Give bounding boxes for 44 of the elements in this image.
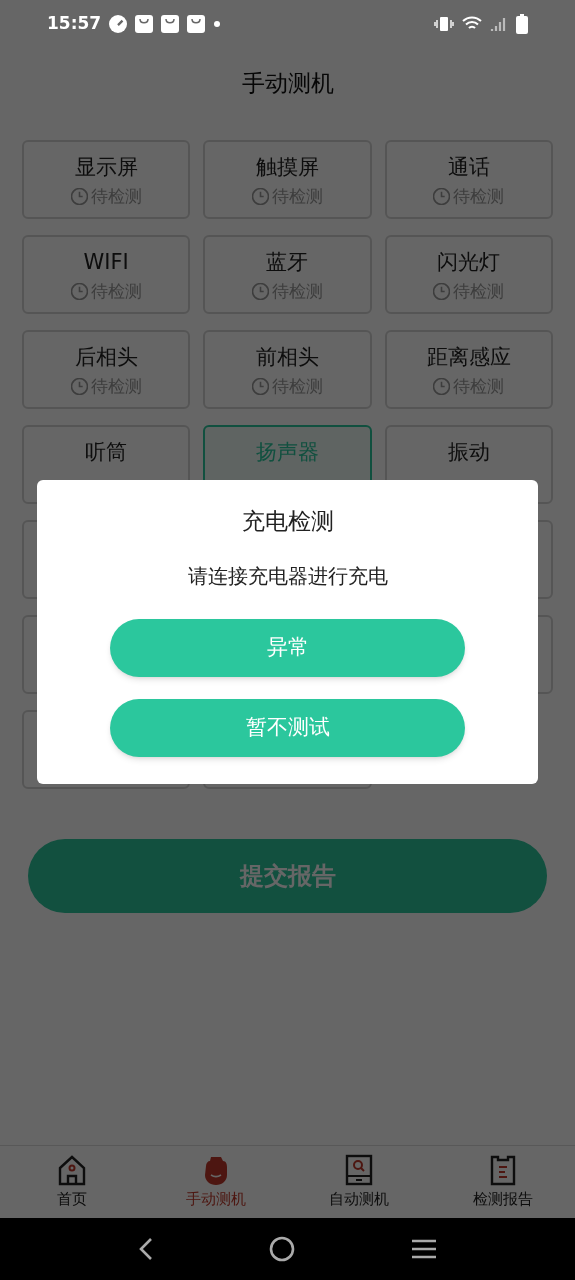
back-icon[interactable]: [137, 1237, 154, 1261]
shopping-bag-icon: [135, 15, 154, 33]
nav-tab[interactable]: 首页: [0, 1146, 144, 1218]
clock-icon: [252, 282, 269, 300]
test-name: WIFI: [83, 248, 129, 276]
clock-icon: [433, 377, 451, 395]
test-name: 扬声器: [256, 438, 319, 466]
speedometer-icon: [109, 15, 128, 33]
shopping-bag-icon: [161, 15, 180, 33]
clock-icon: [252, 377, 269, 395]
test-name: 振动: [447, 438, 490, 466]
home-circle-icon[interactable]: [269, 1236, 296, 1262]
page-title: 手动测机: [241, 68, 334, 98]
dialog-button[interactable]: 暂不测试: [110, 698, 465, 757]
test-name: 听筒: [85, 438, 128, 466]
nav-tab[interactable]: 自动测机: [287, 1146, 432, 1218]
test-name: 闪光灯: [437, 248, 501, 276]
test-name: 蓝牙: [266, 248, 309, 276]
menu-icon[interactable]: [411, 1239, 438, 1259]
status-time: 15:57: [47, 12, 102, 36]
clock-icon: [70, 377, 88, 395]
shopping-bag-icon: [187, 15, 206, 33]
nav-tab[interactable]: 检测报告: [431, 1146, 575, 1218]
clock-icon: [433, 282, 451, 300]
test-name: 前相头: [256, 343, 319, 371]
clock-icon: [433, 187, 451, 205]
vibrate-icon: [434, 16, 454, 32]
search-device-icon: [344, 1153, 375, 1186]
battery-icon: [516, 14, 528, 34]
nav-tab[interactable]: 手动测机: [143, 1146, 288, 1218]
dialog-button[interactable]: 异常: [110, 618, 465, 677]
dialog-title: 充电检测: [241, 507, 334, 536]
dot-icon: [213, 20, 222, 28]
clock-icon: [252, 187, 269, 205]
test-name: 后相头: [74, 343, 138, 371]
test-name: 触摸屏: [256, 153, 319, 181]
clock-icon: [70, 282, 88, 300]
test-name: 距离感应: [426, 343, 511, 371]
clipboard-icon: [489, 1153, 518, 1186]
dialog-message: 请连接充电器进行充电: [187, 562, 388, 590]
signal-icon: [490, 16, 508, 32]
clock-icon: [70, 187, 88, 205]
test-name: 显示屏: [74, 153, 138, 181]
test-name: 通话: [447, 153, 490, 181]
